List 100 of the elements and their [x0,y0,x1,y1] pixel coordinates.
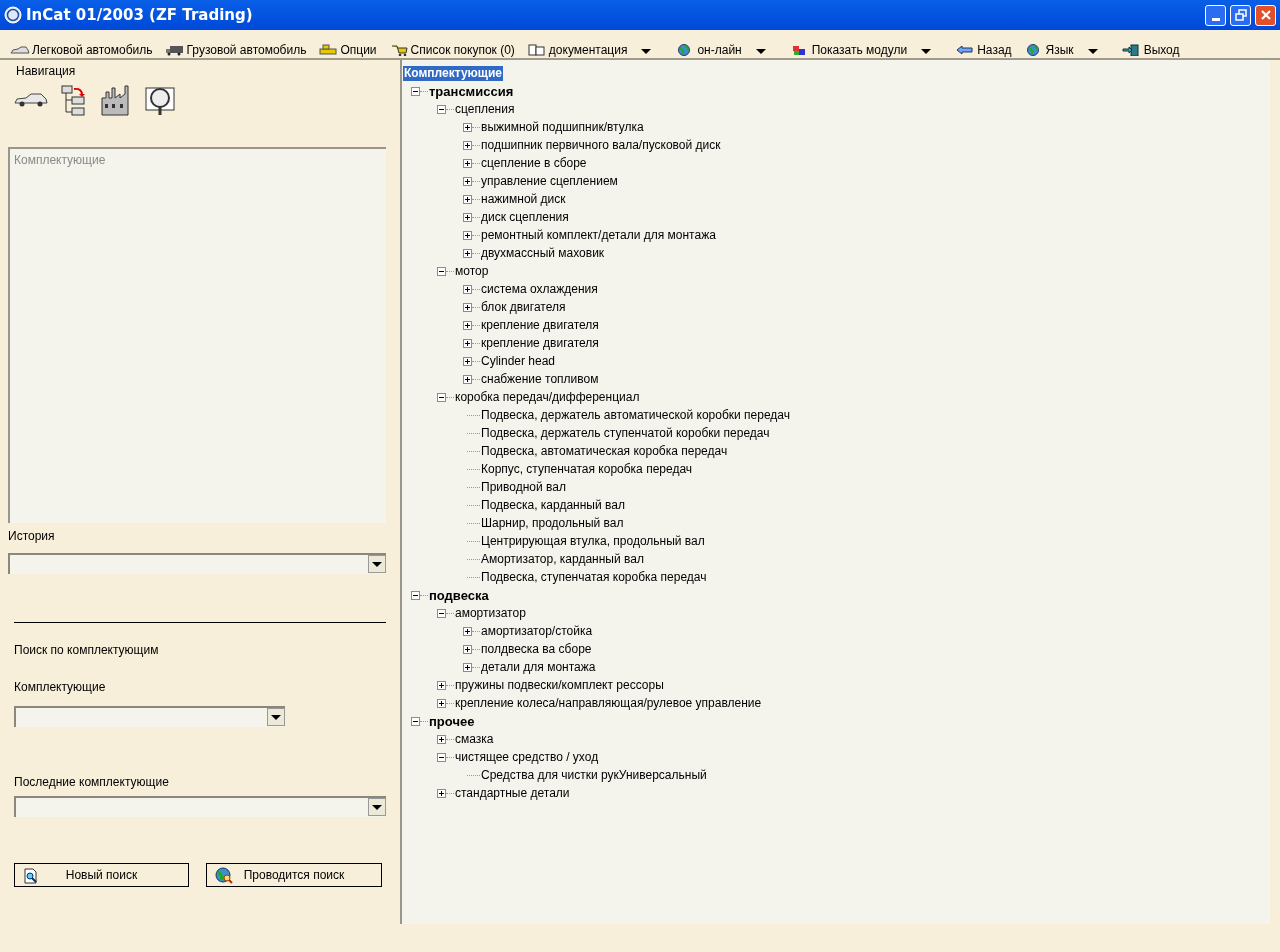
tree-item[interactable]: выжимной подшипник/втулка [480,119,645,135]
tree-item[interactable]: смазка [454,731,495,747]
collapse-toggle-icon[interactable] [437,752,446,762]
tree-item[interactable]: Амортизатор, карданный вал [480,551,645,567]
globe-search-icon [215,867,233,884]
tree-item[interactable]: крепление двигателя [480,335,600,351]
toolbar-button[interactable]: Показать модули [789,43,908,57]
truck-icon [164,44,185,56]
toolbar-button[interactable]: Опции [318,43,377,57]
tree-item[interactable]: трансмиссия [428,83,515,99]
collapse-toggle-icon[interactable] [411,716,420,726]
collapse-toggle-icon[interactable] [411,590,420,600]
expand-toggle-icon[interactable] [463,176,472,186]
tree-root[interactable]: Комплектующие [403,66,504,81]
tree-item[interactable]: полдвеска ва сборе [480,641,593,657]
tree-item[interactable]: мотор [454,263,490,279]
exit-door-icon [1121,44,1142,56]
tree-item[interactable]: амортизатор/стойка [480,623,594,639]
tree-item[interactable]: амортизатор [454,605,527,621]
magnifier-icon[interactable] [144,84,176,116]
tree-item[interactable]: диск сцепления [480,209,570,225]
toolbar-button[interactable]: он-лайн [675,43,742,57]
restore-icon [1234,9,1247,21]
tree-item[interactable]: подвеска [428,587,490,603]
toolbar-button[interactable]: Легковой автомобиль [10,43,153,57]
collapse-toggle-icon[interactable] [437,392,446,402]
tree-item[interactable]: пружины подвески/комплект рессоры [454,677,665,693]
toolbar-button[interactable]: Грузовой автомобиль [164,43,307,57]
expand-toggle-icon[interactable] [463,356,472,366]
tree-item[interactable]: Cylinder head [480,353,557,369]
maximize-button[interactable] [1230,4,1251,26]
dropdown-caret-icon[interactable] [641,49,652,54]
collapse-toggle-icon[interactable] [437,608,446,618]
tree-item[interactable]: управление сцеплением [480,173,619,189]
tree-item[interactable]: Шарнир, продольный вал [480,515,625,531]
run-search-button[interactable]: Проводится поиск [206,863,382,887]
toolbar-button[interactable]: документация [526,43,628,57]
expand-toggle-icon[interactable] [463,284,472,294]
minimize-button[interactable] [1205,4,1226,26]
expand-toggle-icon[interactable] [463,626,472,636]
tree-item[interactable]: детали для монтажа [480,659,597,675]
tree-item[interactable]: Подвеска, ступенчатая коробка передач [480,569,708,585]
expand-toggle-icon[interactable] [463,320,472,330]
expand-toggle-icon[interactable] [437,788,446,798]
expand-toggle-icon[interactable] [463,122,472,132]
tree-item[interactable]: крепление двигателя [480,317,600,333]
tree-item[interactable]: сцепления [454,101,516,117]
expand-toggle-icon[interactable] [463,644,472,654]
tree-item[interactable]: снабжение топливом [480,371,600,387]
tree-item[interactable]: ремонтный комплект/детали для монтажа [480,227,717,243]
tree-item[interactable]: крепление колеса/направляющая/рулевое управление [454,695,763,711]
toolbar-button[interactable]: Назад [955,43,1012,57]
toolbar-button[interactable]: Список покупок (0) [388,43,515,57]
expand-toggle-icon[interactable] [463,212,472,222]
collapse-toggle-icon[interactable] [437,266,446,276]
expand-toggle-icon[interactable] [463,662,472,672]
app-logo-icon [4,6,22,24]
tree-item[interactable]: система охлаждения [480,281,599,297]
tree-item[interactable]: стандартные детали [454,785,571,801]
tree-item[interactable]: Центрирующая втулка, продольный вал [480,533,706,549]
expand-toggle-icon[interactable] [437,698,446,708]
expand-toggle-icon[interactable] [463,140,472,150]
expand-toggle-icon[interactable] [463,338,472,348]
tree-item[interactable]: двухмассный маховик [480,245,606,261]
factory-icon[interactable] [100,84,132,116]
tree-item[interactable]: сцепление в сборе [480,155,588,171]
toolbar-button[interactable]: Язык [1023,43,1074,57]
tree-item[interactable]: Подвеска, держатель ступенчатой коробки передач [480,425,771,441]
tree-item[interactable]: Приводной вал [480,479,567,495]
tree-item[interactable]: Подвеска, держатель автоматической коробки передач [480,407,791,423]
tree-item[interactable]: коробка передач/дифференциал [454,389,641,405]
tree-item[interactable]: Корпус, ступенчатая коробка передач [480,461,694,477]
tree-item[interactable]: Средства для чистки рукУниверсальный [480,767,708,783]
expand-toggle-icon[interactable] [463,158,472,168]
tree-structure-icon[interactable] [60,84,88,116]
expand-toggle-icon[interactable] [463,248,472,258]
expand-toggle-icon[interactable] [463,230,472,240]
tree-item[interactable]: Подвеска, автоматическая коробка передач [480,443,729,459]
car-icon[interactable] [14,93,48,107]
tree-item[interactable]: блок двигателя [480,299,567,315]
expand-toggle-icon[interactable] [463,302,472,312]
expand-toggle-icon[interactable] [463,374,472,384]
close-button[interactable] [1255,4,1276,26]
expand-toggle-icon[interactable] [437,680,446,690]
tree-item[interactable]: чистящее средство / уход [454,749,600,765]
tree-item[interactable]: нажимной диск [480,191,567,207]
collapse-toggle-icon[interactable] [437,104,446,114]
tree-item[interactable]: прочее [428,713,476,729]
dropdown-caret-icon[interactable] [1087,49,1098,54]
collapse-toggle-icon[interactable] [411,86,420,96]
dropdown-caret-icon[interactable] [755,49,766,54]
toolbar-button[interactable]: Выход [1121,43,1180,57]
expand-toggle-icon[interactable] [463,194,472,204]
search-document-icon [23,868,39,884]
tree-item[interactable]: Подвеска, карданный вал [480,497,626,513]
dropdown-caret-icon[interactable] [921,49,932,54]
tree-item[interactable]: подшипник первичного вала/пусковой диск [480,137,722,153]
new-search-button[interactable]: Новый поиск [14,863,189,887]
book-icon [526,44,547,56]
expand-toggle-icon[interactable] [437,734,446,744]
